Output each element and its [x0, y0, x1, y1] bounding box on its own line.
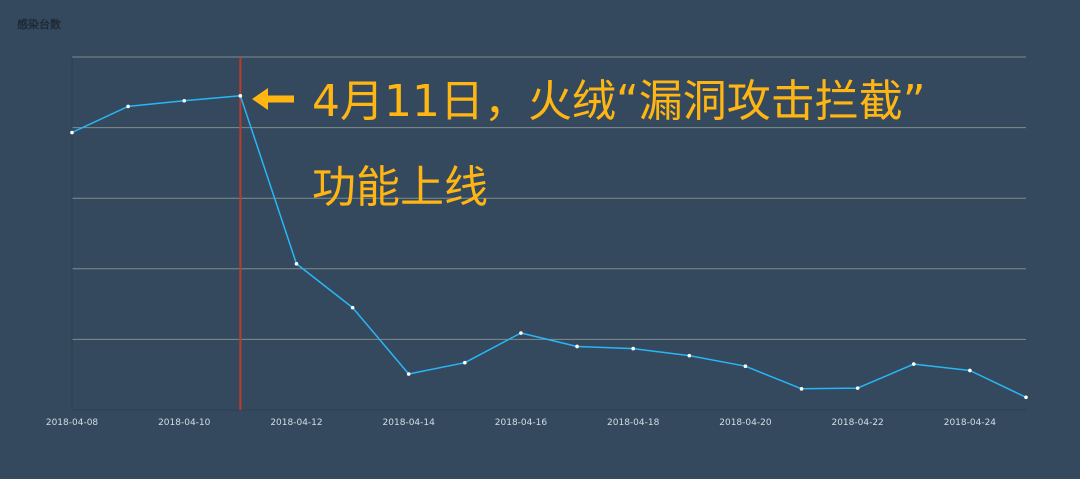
data-point [238, 94, 243, 98]
annotation-line-2: 功能上线 [312, 162, 488, 213]
data-point [406, 372, 411, 376]
data-point [294, 262, 299, 266]
x-tick-label: 2018-04-16 [495, 418, 548, 428]
data-point [126, 104, 130, 109]
data-point [799, 387, 804, 391]
data-point [1024, 395, 1028, 400]
data-point [631, 346, 635, 351]
data-point [463, 360, 467, 365]
data-point [350, 305, 355, 310]
x-tick-label: 2018-04-10 [158, 418, 211, 428]
data-point [70, 130, 74, 135]
series-line [71, 95, 1027, 398]
chart-area: 感染台数 2018-04-08 2018-04-10 2018-04-12 2018-… [0, 0, 1080, 479]
data-point [519, 331, 523, 335]
data-point [968, 368, 972, 373]
arrow-left-icon [252, 88, 294, 110]
series [71, 95, 1027, 398]
x-tick-label: 2018-04-22 [831, 418, 883, 428]
data-point [855, 386, 860, 390]
x-tick-label: 2018-04-08 [46, 418, 99, 428]
line-chart: 2018-04-08 2018-04-10 2018-04-12 2018-04-14… [46, 56, 1028, 428]
x-tick-label: 2018-04-12 [270, 418, 322, 428]
data-point [575, 344, 579, 349]
data-point [687, 353, 692, 358]
x-tick-labels: 2018-04-08 2018-04-10 2018-04-12 2018-04-14… [46, 418, 996, 428]
x-tick-label: 2018-04-14 [383, 418, 436, 428]
data-points [70, 94, 1028, 400]
data-point [911, 362, 916, 366]
data-point [182, 98, 187, 103]
x-tick-label: 2018-04-20 [719, 418, 772, 428]
annotation-line-1: 4月11日，火绒“漏洞攻击拦截” [312, 76, 926, 127]
x-tick-label: 2018-04-18 [607, 418, 660, 428]
data-point [743, 364, 748, 369]
x-tick-label: 2018-04-24 [944, 418, 997, 428]
